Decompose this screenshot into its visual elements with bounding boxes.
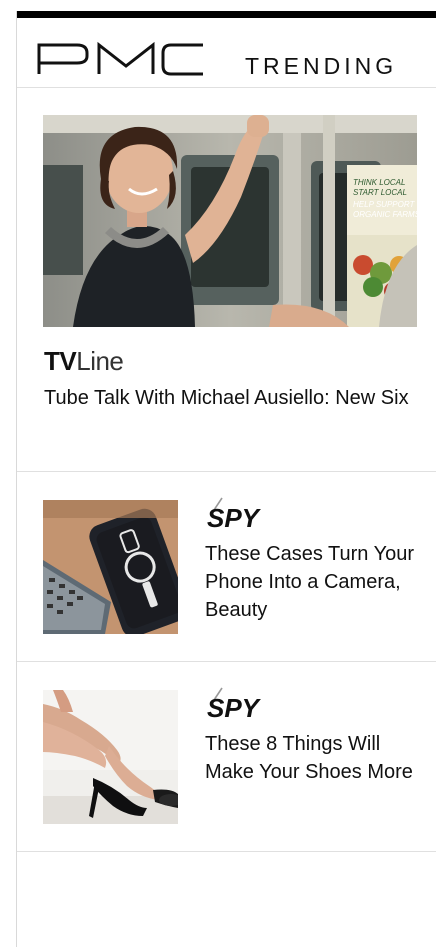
poster-text-3: HELP SUPPORT	[353, 200, 415, 209]
article-card-2[interactable]: SPY These 8 Things Will Make Your Shoes …	[17, 662, 436, 852]
tvline-brand-logo: TVLine	[44, 346, 124, 377]
article-title-1[interactable]: These Cases Turn Your Phone Into a Camer…	[205, 540, 430, 624]
featured-article-card[interactable]: THINK LOCAL START LOCAL HELP SUPPORT ORG…	[17, 88, 436, 472]
spy-logo-icon: SPY	[207, 687, 262, 722]
article-card-1[interactable]: SPY These Cases Turn Your Phone Into a C…	[17, 472, 436, 662]
poster-text-1: THINK LOCAL	[353, 178, 405, 187]
poster-text-4: ORGANIC FARMS	[353, 210, 417, 219]
article-brand-1: SPY	[207, 503, 262, 532]
article-thumbnail-2[interactable]	[43, 690, 178, 824]
brand-light: Line	[76, 346, 124, 376]
pmc-logo-icon	[37, 41, 203, 76]
trending-header: TRENDING	[17, 18, 436, 88]
section-title: TRENDING	[245, 53, 398, 79]
featured-article-image[interactable]: THINK LOCAL START LOCAL HELP SUPPORT ORG…	[43, 115, 417, 327]
article-thumbnail-1[interactable]	[43, 500, 178, 634]
spy-logo-icon: SPY	[207, 497, 262, 532]
poster-text-2: START LOCAL	[353, 188, 407, 197]
article-brand-2: SPY	[207, 693, 262, 722]
article-title-2[interactable]: These 8 Things Will Make Your Shoes More	[205, 730, 430, 786]
brand-bold: TV	[44, 346, 77, 376]
top-accent-bar	[16, 11, 436, 18]
featured-article-title[interactable]: Tube Talk With Michael Ausiello: New Six	[44, 385, 414, 412]
